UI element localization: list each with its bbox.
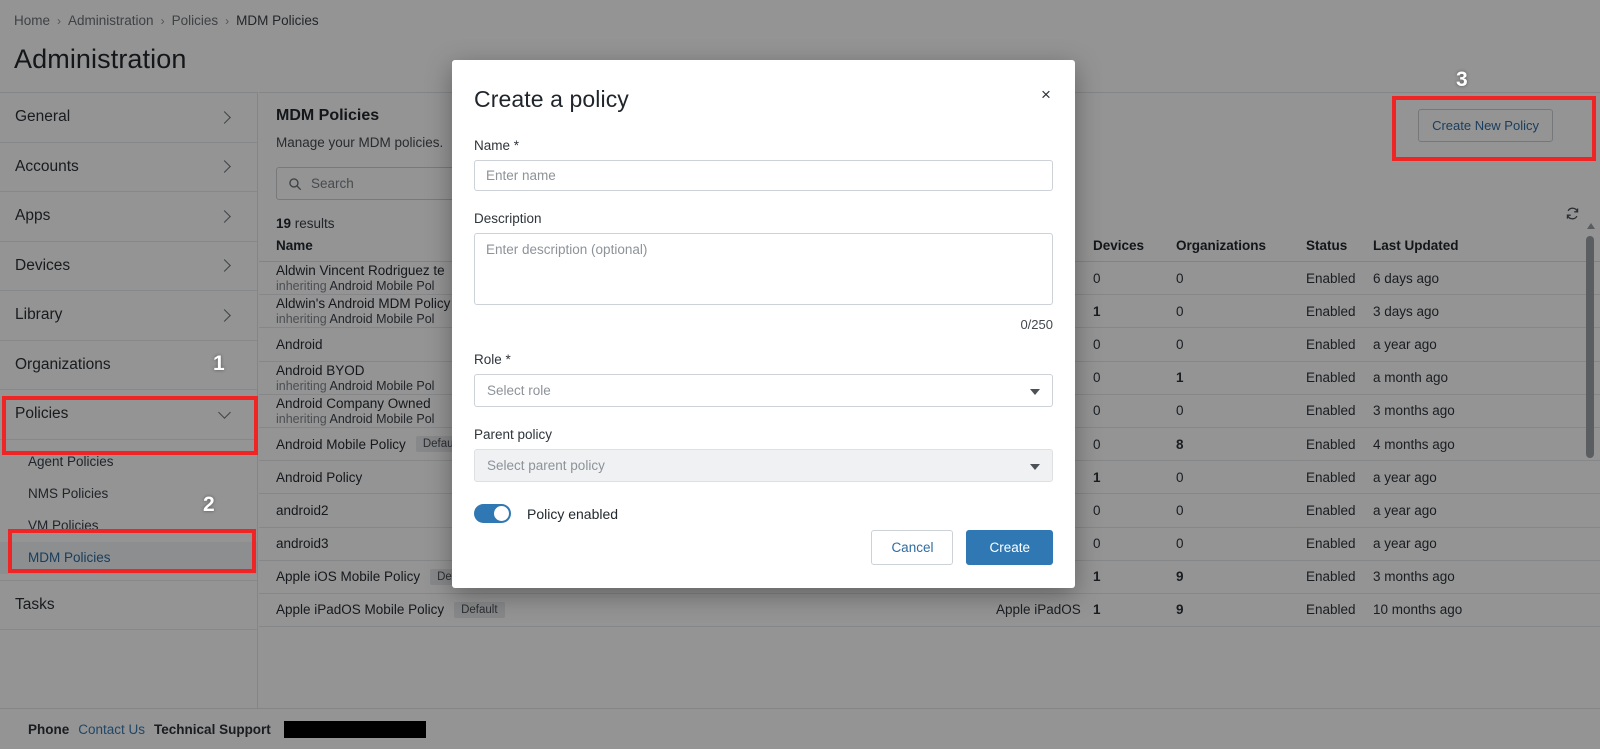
description-textarea[interactable] [474,233,1053,305]
annotation-number-2: 2 [203,493,215,517]
policy-enabled-row: Policy enabled [474,504,1053,523]
role-select[interactable]: Select role [474,374,1053,407]
description-field-group: Description 0/250 [474,211,1053,332]
role-label: Role * [474,352,1053,367]
role-field-group: Role * Select role [474,352,1053,407]
parent-policy-label: Parent policy [474,427,1053,442]
cancel-button[interactable]: Cancel [871,530,953,565]
policy-enabled-toggle[interactable] [474,504,511,523]
annotation-number-3: 3 [1456,68,1468,92]
parent-policy-select[interactable]: Select parent policy [474,449,1053,482]
parent-policy-field-group: Parent policy Select parent policy [474,427,1053,482]
name-field-group: Name * [474,138,1053,191]
modal-title: Create a policy [474,86,1053,113]
close-icon[interactable]: × [1037,86,1055,104]
annotation-number-1: 1 [213,352,225,376]
chevron-down-icon [1030,389,1040,395]
description-label: Description [474,211,1053,226]
description-character-counter: 0/250 [474,317,1053,332]
modal-actions: Cancel Create [871,530,1053,565]
role-select-value: Select role [487,383,551,398]
toggle-knob [494,506,509,521]
create-policy-modal: Create a policy × Name * Description 0/2… [452,60,1075,588]
chevron-down-icon [1030,464,1040,470]
name-input[interactable] [474,160,1053,191]
name-label: Name * [474,138,1053,153]
policy-enabled-label: Policy enabled [527,506,618,522]
parent-policy-select-value: Select parent policy [487,458,605,473]
create-button[interactable]: Create [966,530,1053,565]
